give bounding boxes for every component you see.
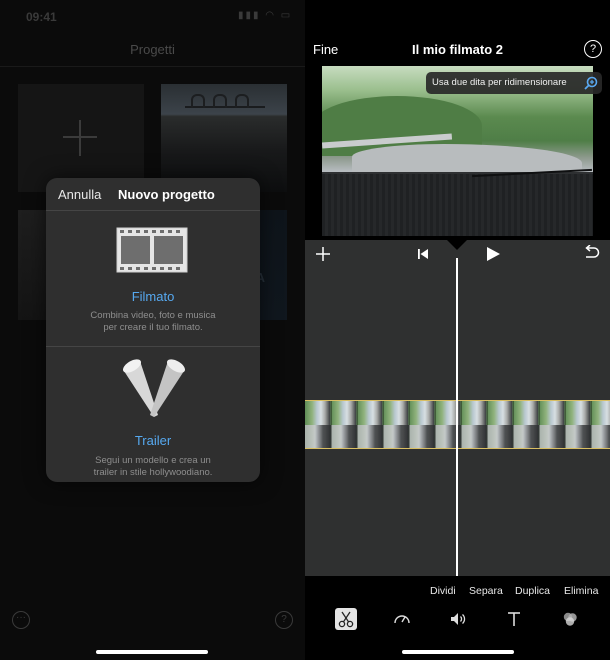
help-button[interactable]: ? bbox=[584, 40, 602, 58]
split-button[interactable]: Dividi bbox=[430, 585, 456, 597]
home-indicator[interactable] bbox=[96, 650, 208, 654]
detach-button[interactable]: Separa bbox=[469, 585, 503, 597]
trailer-option-desc-1: Segui un modello e crea un bbox=[95, 455, 211, 466]
clip-frame-separator bbox=[539, 401, 540, 448]
more-options-button[interactable]: ··· bbox=[12, 611, 30, 629]
movie-option-title: Filmato bbox=[131, 289, 175, 304]
clip-frame-separator bbox=[487, 401, 488, 448]
playhead-notch bbox=[447, 240, 467, 250]
project-thumbnail-river[interactable] bbox=[161, 84, 287, 192]
clip-frame-separator bbox=[331, 401, 332, 448]
clip-frame-separator bbox=[565, 401, 566, 448]
editing-tools-bar bbox=[305, 606, 610, 634]
playhead-line[interactable] bbox=[456, 258, 458, 576]
trailer-option[interactable]: Trailer Segui un modello e crea un trail… bbox=[46, 347, 260, 482]
clip-frame-separator bbox=[591, 401, 592, 448]
movie-editor-screen: Fine Il mio filmato 2 ? Usa due dita per… bbox=[305, 0, 610, 660]
help-button[interactable]: ? bbox=[275, 611, 293, 629]
text-icon[interactable] bbox=[503, 608, 525, 630]
popup-title: Nuovo progetto bbox=[118, 187, 215, 202]
bridge-silhouette bbox=[185, 92, 265, 108]
clip-frame-separator bbox=[461, 401, 462, 448]
film-strip-icon bbox=[116, 227, 188, 273]
scissors-icon[interactable] bbox=[335, 608, 357, 630]
home-indicator[interactable] bbox=[402, 650, 514, 654]
clip-frame-separator bbox=[409, 401, 410, 448]
spotlights-icon bbox=[122, 359, 186, 417]
status-icons: ▮▮▮ ◠ ▭ bbox=[238, 10, 293, 21]
projects-screen: 09:41 ▮▮▮ ◠ ▭ Progetti A ··· ? Annulla N… bbox=[0, 0, 305, 660]
movie-title: Il mio filmato 2 bbox=[411, 42, 503, 57]
duplicate-button[interactable]: Duplica bbox=[515, 585, 550, 597]
movie-option-desc-2: per creare il tuo filmato. bbox=[103, 322, 203, 333]
trailer-option-desc-2: trailer in stile hollywoodiano. bbox=[93, 467, 213, 478]
play-icon[interactable] bbox=[485, 246, 501, 262]
status-time: 09:41 bbox=[26, 10, 57, 24]
tooltip-text: Usa due dita per ridimensionare bbox=[432, 77, 567, 88]
filters-icon[interactable] bbox=[559, 608, 581, 630]
plus-icon bbox=[79, 120, 81, 156]
cancel-button[interactable]: Annulla bbox=[58, 187, 101, 202]
skip-to-start-icon[interactable] bbox=[417, 248, 429, 260]
preview-dashboard bbox=[322, 172, 593, 236]
clip-frame-separator bbox=[435, 401, 436, 448]
movie-option-desc-1: Combina video, foto e musica bbox=[90, 310, 216, 321]
clip-frame-separator bbox=[357, 401, 358, 448]
trailer-option-title: Trailer bbox=[134, 433, 172, 448]
add-media-icon[interactable] bbox=[315, 246, 331, 262]
undo-icon[interactable] bbox=[582, 245, 600, 261]
clip-actions-bar: Dividi Separa Duplica Elimina bbox=[305, 576, 610, 606]
pinch-zoom-tooltip[interactable]: Usa due dita per ridimensionare bbox=[426, 72, 602, 94]
clip-frame-separator bbox=[383, 401, 384, 448]
new-project-tile[interactable] bbox=[18, 84, 144, 192]
delete-button[interactable]: Elimina bbox=[564, 585, 598, 597]
zoom-icon[interactable] bbox=[584, 76, 598, 90]
clip-frame-separator bbox=[513, 401, 514, 448]
speedometer-icon[interactable] bbox=[391, 608, 413, 630]
volume-icon[interactable] bbox=[447, 608, 469, 630]
plus-icon-bar bbox=[63, 136, 97, 138]
movie-option[interactable]: Filmato Combina video, foto e musica per… bbox=[46, 211, 260, 346]
header-divider bbox=[0, 66, 305, 67]
projects-title: Progetti bbox=[130, 42, 175, 57]
new-project-popup: Annulla Nuovo progetto Filmato Combina v… bbox=[46, 178, 260, 482]
